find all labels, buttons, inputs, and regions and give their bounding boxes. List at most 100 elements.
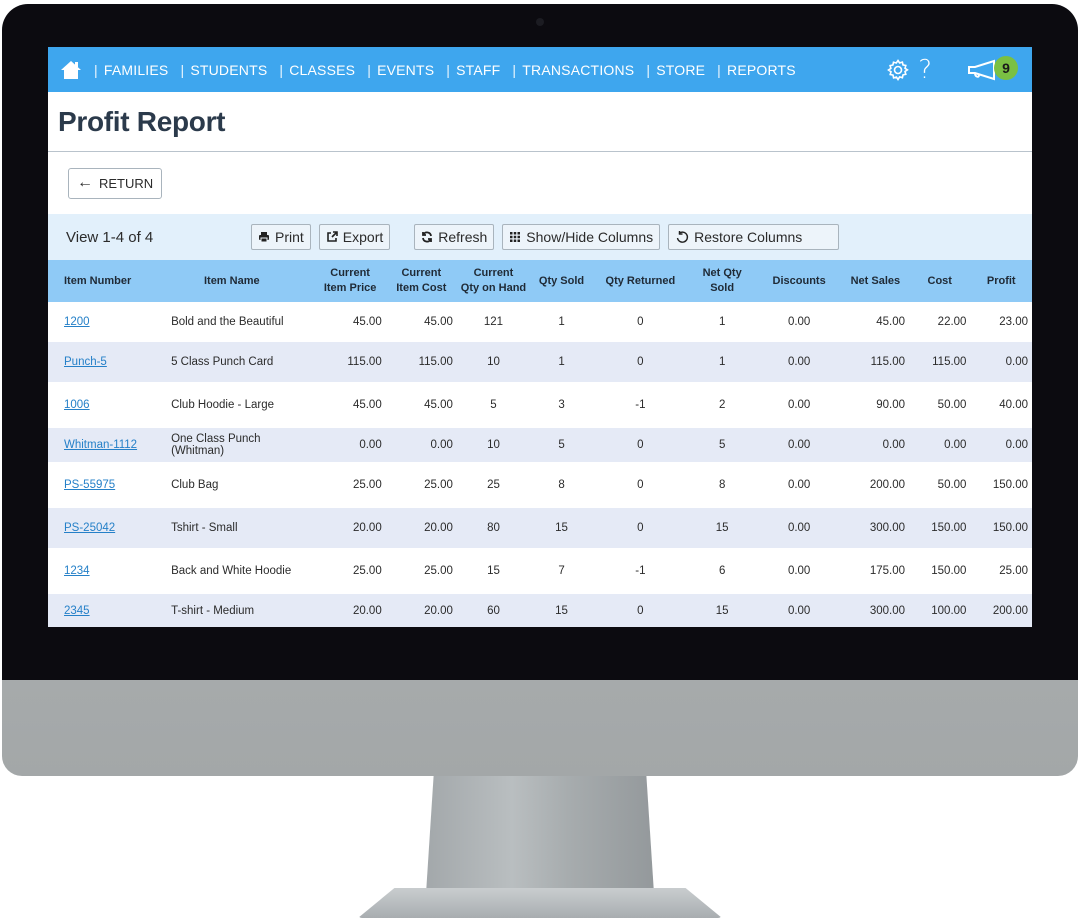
app-screen: | FAMILIES | STUDENTS | CLASSES | EVENTS | STAFF |… <box>48 47 1032 627</box>
cell-net-qty-sold: 8 <box>718 479 726 491</box>
nav-item-events[interactable]: EVENTS <box>377 62 434 78</box>
camera-icon <box>536 18 544 26</box>
cell-item-number: PS-25042 <box>48 508 149 548</box>
cell-qty-returned: 0 <box>637 316 644 328</box>
cell-profit: 150.00 <box>992 522 1028 534</box>
cell-net-sales: 90.00 <box>876 399 905 411</box>
cell-discounts: 0.00 <box>787 565 811 577</box>
restore-columns-button[interactable]: Restore Columns <box>668 224 840 250</box>
cell-current-item-cost: 45.00 <box>424 316 453 328</box>
cell-discounts: 0.00 <box>787 399 811 411</box>
notification-badge[interactable]: 9 <box>994 55 1018 80</box>
cell-qty-returned: 0 <box>637 605 644 617</box>
nav-item-store[interactable]: STORE <box>656 62 705 78</box>
cell-qty-returned: 0 <box>637 522 644 534</box>
gear-icon[interactable] <box>886 58 910 82</box>
item-number-link[interactable]: PS-25042 <box>64 522 115 534</box>
printer-icon <box>258 231 270 243</box>
table-row: 2345 T-shirt - Medium 20.00 20.00 60 15 0 15 0.0… <box>48 594 1032 627</box>
header-item-name[interactable]: Item Name <box>149 260 314 302</box>
print-button[interactable]: Print <box>251 224 311 250</box>
item-number-link[interactable]: 2345 <box>64 605 90 617</box>
nav-item-families[interactable]: FAMILIES <box>104 62 169 78</box>
cell-item-name: Back and White Hoodie <box>171 565 292 577</box>
return-label: RETURN <box>99 175 154 191</box>
nav-item-staff[interactable]: STAFF <box>456 62 500 78</box>
nav-item-reports[interactable]: REPORTS <box>727 62 796 78</box>
show-hide-columns-button[interactable]: Show/Hide Columns <box>502 224 661 250</box>
cell-qty-sold: 1 <box>558 356 565 368</box>
nav-utilities: ? 9 <box>886 47 1018 92</box>
cell-current-item-cost: 0.00 <box>430 439 453 451</box>
home-icon[interactable] <box>60 60 82 80</box>
header-cost[interactable]: Cost <box>909 260 970 302</box>
cell-item-number: 1234 <box>48 548 149 594</box>
table-row: 1200 Bold and the Beautiful 45.00 45.00 121 1… <box>48 302 1032 342</box>
table-row: PS-55975 Club Bag 25.00 25.00 25 8 0 8 0.00 200.0… <box>48 462 1032 508</box>
header-net-qty-sold[interactable]: Net Qty Sold <box>688 260 757 302</box>
cell-discounts: 0.00 <box>787 605 811 617</box>
nav-separator: | <box>94 61 98 78</box>
nav-separator: | <box>646 61 651 78</box>
external-link-icon <box>326 231 338 243</box>
cell-qty-returned: 0 <box>637 356 644 368</box>
header-current-item-cost[interactable]: Current Item Cost <box>386 260 457 302</box>
header-current-item-price[interactable]: Current Item Price <box>315 260 386 302</box>
header-current-qty-on-hand[interactable]: Current Qty on Hand <box>457 260 530 302</box>
cell-net-sales: 115.00 <box>870 356 905 368</box>
cell-net-sales: 200.00 <box>869 479 905 491</box>
cell-profit: 0.00 <box>1005 356 1028 368</box>
nav-item-classes[interactable]: CLASSES <box>289 62 355 78</box>
return-button[interactable]: ← RETURN <box>68 167 163 199</box>
cell-item-name: Club Hoodie - Large <box>171 399 274 411</box>
cell-discounts: 0.00 <box>787 522 811 534</box>
cell-current-item-price: 25.00 <box>352 565 382 577</box>
header-qty-returned[interactable]: Qty Returned <box>593 260 688 302</box>
cell-net-sales: 45.00 <box>876 316 905 328</box>
nav-separator: | <box>446 61 451 78</box>
cell-qty-returned: -1 <box>635 565 646 577</box>
header-discounts[interactable]: Discounts <box>757 260 842 302</box>
header-text: Current <box>330 267 370 279</box>
cell-qty-on-hand: 80 <box>487 522 500 534</box>
cell-cost: 150.00 <box>931 522 967 534</box>
export-button[interactable]: Export <box>318 224 391 250</box>
cell-discounts: 0.00 <box>787 356 811 368</box>
cell-item-number: PS-55975 <box>48 462 149 508</box>
cell-qty-sold: 15 <box>555 522 568 534</box>
table-row: Punch-5 5 Class Punch Card 115.00 115.00 10 1… <box>48 342 1032 382</box>
item-number-link[interactable]: 1234 <box>64 565 90 577</box>
cell-qty-on-hand: 10 <box>487 439 500 451</box>
help-icon[interactable]: ? <box>918 57 932 83</box>
cell-current-item-price: 20.00 <box>352 522 382 534</box>
export-label: Export <box>342 229 384 245</box>
cell-net-qty-sold: 2 <box>718 399 726 411</box>
header-profit[interactable]: Profit <box>970 260 1032 302</box>
refresh-button[interactable]: Refresh <box>414 224 495 250</box>
cell-net-sales: 300.00 <box>869 522 905 534</box>
cell-discounts: 0.00 <box>787 316 811 328</box>
cell-current-item-price: 25.00 <box>352 479 382 491</box>
item-number-link[interactable]: Whitman-1112 <box>64 439 137 451</box>
cell-net-sales: 0.00 <box>882 439 905 451</box>
cell-net-qty-sold: 15 <box>715 522 729 534</box>
item-number-link[interactable]: Punch-5 <box>64 356 107 368</box>
nav-item-transactions[interactable]: TRANSACTIONS <box>522 62 634 78</box>
cell-item-number: Punch-5 <box>48 342 149 382</box>
cell-discounts: 0.00 <box>787 479 811 491</box>
item-number-link[interactable]: 1006 <box>64 399 90 411</box>
cell-net-sales: 300.00 <box>869 605 905 617</box>
item-number-link[interactable]: PS-55975 <box>64 479 115 491</box>
monitor-chin <box>2 680 1078 776</box>
header-item-number[interactable]: Item Number <box>48 260 149 302</box>
nav-separator: | <box>180 61 185 78</box>
refresh-label: Refresh <box>438 229 488 245</box>
header-net-sales[interactable]: Net Sales <box>842 260 909 302</box>
nav-item-students[interactable]: STUDENTS <box>190 62 267 78</box>
cell-cost: 50.00 <box>937 479 967 491</box>
cell-cost: 50.00 <box>937 399 967 411</box>
table-body: 1200 Bold and the Beautiful 45.00 45.00 121 1… <box>48 302 1032 627</box>
header-text: Item Price <box>323 282 377 294</box>
item-number-link[interactable]: 1200 <box>64 316 90 328</box>
header-qty-sold[interactable]: Qty Sold <box>530 260 593 302</box>
